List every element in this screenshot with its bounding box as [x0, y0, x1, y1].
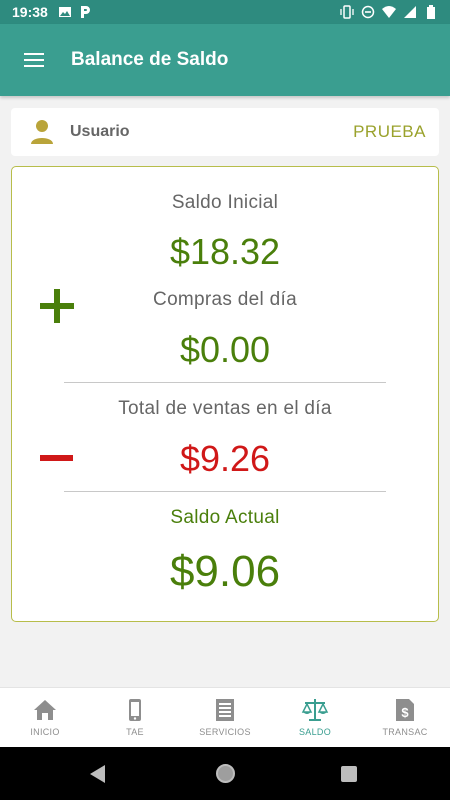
phone-icon [129, 699, 141, 721]
vibrate-icon [340, 5, 354, 19]
nav-item-servicios[interactable]: SERVICIOS [180, 688, 270, 747]
ventas-value: $9.26 [179, 438, 271, 479]
wifi-icon [382, 6, 396, 18]
recents-icon[interactable] [341, 766, 357, 782]
home-circle-icon[interactable] [216, 764, 235, 783]
nav-label: TRANSAC [382, 727, 428, 737]
scale-icon [301, 699, 329, 721]
page-title: Balance de Saldo [71, 49, 229, 70]
battery-icon [427, 5, 435, 19]
saldo-actual-label: Saldo Actual [170, 507, 280, 528]
home-icon [34, 700, 56, 720]
saldo-inicial-label: Saldo Inicial [171, 192, 279, 213]
system-nav-bar [0, 747, 450, 800]
nav-label: TAE [126, 727, 144, 737]
receipt-icon [216, 699, 234, 721]
user-icon [31, 120, 53, 144]
ventas-label: Total de ventas en el día [118, 398, 332, 419]
balance-card: Saldo Inicial $18.32 Compras del día $0.… [11, 166, 439, 622]
nav-label: SALDO [298, 727, 331, 737]
compras-label: Compras del día [153, 289, 297, 310]
parking-p-icon [80, 6, 90, 18]
image-icon [58, 7, 71, 17]
bottom-nav: INICIO TAE SERVICIOS SALDO $ TRANSAC [0, 687, 450, 747]
do-not-disturb-icon [361, 5, 375, 19]
status-time: 19:38 [12, 4, 48, 20]
svg-text:$: $ [401, 705, 409, 720]
nav-label: INICIO [30, 727, 60, 737]
divider [64, 382, 386, 383]
nav-item-tae[interactable]: TAE [90, 688, 180, 747]
hamburger-menu-icon[interactable] [24, 46, 52, 74]
saldo-actual-value: $9.06 [169, 547, 281, 596]
status-bar: 19:38 [0, 0, 450, 24]
saldo-inicial-value: $18.32 [169, 231, 281, 272]
user-label: Usuario [70, 123, 130, 140]
back-icon[interactable] [90, 765, 105, 783]
invoice-dollar-icon: $ [396, 699, 414, 721]
nav-item-inicio[interactable]: INICIO [0, 688, 90, 747]
user-value: PRUEBA [353, 122, 426, 141]
user-card: Usuario PRUEBA [11, 108, 439, 156]
compras-value: $0.00 [179, 329, 271, 370]
nav-item-saldo[interactable]: SALDO [270, 688, 360, 747]
app-bar: Balance de Saldo [0, 24, 450, 96]
nav-item-transac[interactable]: $ TRANSAC [360, 688, 450, 747]
signal-icon [404, 6, 416, 18]
nav-label: SERVICIOS [199, 727, 251, 737]
divider [64, 491, 386, 492]
